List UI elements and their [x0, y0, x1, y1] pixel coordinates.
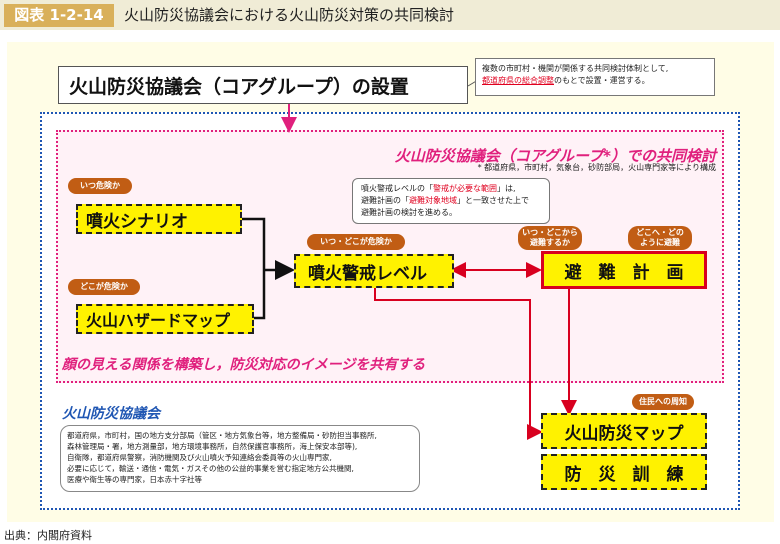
badge-notify-residents: 住民への周知	[632, 394, 694, 410]
badge-where-danger: どこが危険か	[68, 279, 140, 295]
core-group-title: 火山防災協議会（コアグループ）の設置	[58, 66, 468, 104]
scenario-connector	[242, 217, 266, 270]
core-note-highlight: 都道府県の総合調整	[482, 76, 554, 85]
core-group-note: 複数の市町村・機関が関係する共同検討体制として, 都道府県の総合調整のもとで設置…	[475, 58, 715, 96]
alert-level-box: 噴火警戒レベル	[294, 254, 454, 288]
note-text: 噴火警戒レベルの「	[361, 184, 433, 193]
shared-image-statement: 顔の見える関係を構築し，防災対応のイメージを共有する	[62, 357, 426, 373]
joint-study-footnote: * 都道府県，市町村，気象台，砂防部局，火山専門家等により構成	[477, 163, 716, 172]
note-highlight: 警戒が必要な範囲	[433, 184, 497, 193]
council-member-line: 自衛隊，都道府県警察，消防機関及び火山噴火予知連絡会委員等の火山専門家,	[67, 453, 332, 462]
note-text: 避難計画の「	[361, 196, 409, 205]
badge-when-danger: いつ危険か	[68, 178, 132, 194]
council-members-list: 都道府県，市町村，国の地方支分部局（管区・地方気象台等，地方整備局・砂防担当事務…	[60, 425, 420, 492]
badge-where-how-evacuate: どこへ・どの ように避難	[628, 226, 692, 250]
eruption-scenario-box: 噴火シナリオ	[76, 204, 242, 234]
hazard-connector	[254, 270, 266, 320]
council-member-line: 森林管理局・署，地方測量部，地方環境事務所，自然保護官事務所，海上保安本部等),	[67, 442, 358, 451]
council-title: 火山防災協議会	[62, 406, 160, 422]
core-note-prefix: 複数の市町村・機関が関係する共同検討体制として,	[482, 64, 669, 73]
note-text: 」は,	[497, 184, 516, 193]
badge-when-where-danger: いつ・どこが危険か	[307, 234, 405, 250]
note-text: 」と一致させた上で	[457, 196, 529, 205]
council-member-line: 医療や衛生等の専門家，日本赤十字社等	[67, 475, 202, 484]
note-text: 避難計画の検討を進める。	[361, 208, 457, 217]
disaster-drill-box: 防 災 訓 練	[541, 454, 707, 490]
badge-when-where-evacuate: いつ・どこから 避難するか	[518, 226, 582, 250]
note-highlight: 避難対象地域	[409, 196, 457, 205]
council-member-line: 都道府県，市町村，国の地方支分部局（管区・地方気象台等，地方整備局・砂防担当事務…	[67, 431, 377, 440]
source-caption: 出典：内閣府資料	[4, 529, 92, 542]
hazard-map-box: 火山ハザードマップ	[76, 304, 254, 334]
council-member-line: 必要に応じて，輸送・通信・電気・ガスその他の公益的事業を営む指定地方公共機関,	[67, 464, 354, 473]
core-note-suffix: のもとで設置・運営する。	[554, 76, 650, 85]
evacuation-plan-box: 避 難 計 画	[541, 251, 707, 289]
volcano-disaster-map-box: 火山防災マップ	[541, 413, 707, 449]
alert-level-note: 噴火警戒レベルの「警戒が必要な範囲」は, 避難計画の「避難対象地域」と一致させた…	[352, 178, 550, 224]
